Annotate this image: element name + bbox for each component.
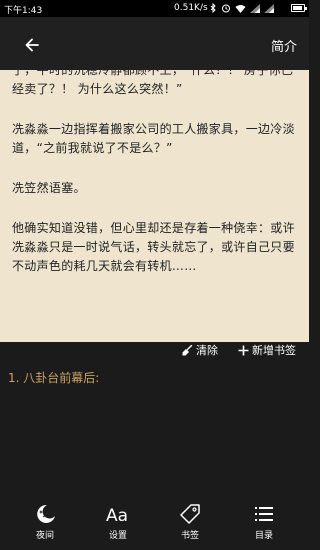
font-settings-icon: Aa (106, 506, 128, 525)
bookmark-tag-icon (180, 504, 200, 524)
bookmark-item[interactable]: 1. 八卦台前幕后: (8, 369, 99, 386)
paragraph: 他确实知道没错，但心里却还是存着一种侥幸：或许冼淼淼只是一时说气话，转头就忘了，… (12, 221, 295, 273)
broom-icon (182, 344, 193, 355)
bookmark-actions: 清除 新增书签 (0, 342, 309, 359)
nav-contents-label: 目录 (254, 531, 273, 541)
nav-bookmarks[interactable]: 书签 (166, 503, 214, 541)
back-arrow-icon (25, 38, 39, 52)
nav-bookmarks-label: 书签 (180, 531, 199, 541)
signal-icon (250, 3, 260, 13)
clear-bookmarks-button[interactable]: 清除 (182, 342, 218, 358)
status-icons (210, 3, 274, 13)
intro-button[interactable]: 简介 (271, 36, 297, 55)
status-time: 下午1:43 (4, 6, 43, 16)
battery-level (293, 6, 302, 10)
bookmark-list: 1. 八卦台前幕后: (0, 359, 309, 495)
svg-text:Aa: Aa (106, 506, 128, 525)
add-bookmark-label: 新增书签 (252, 344, 296, 357)
reading-text: 了，平时的沉稳冷静都顾不上，“什么？！ 房子你已经卖了？！ 为什么这么突然！” … (12, 70, 297, 297)
nav-settings[interactable]: Aa 设置 (94, 503, 142, 541)
battery-icon (291, 4, 307, 12)
plus-icon (238, 345, 249, 355)
status-bar: 下午1:43 0.51K/s (0, 0, 309, 17)
table-of-contents-icon (255, 507, 273, 521)
alarm-icon (222, 4, 230, 13)
network-speed: 0.51K/s (174, 3, 208, 13)
nav-night-mode[interactable]: 夜间 (21, 503, 69, 541)
nav-night-mode-label: 夜间 (35, 531, 54, 541)
add-bookmark-button[interactable]: 新增书签 (238, 342, 296, 358)
wifi-icon (235, 4, 246, 13)
night-mode-icon (37, 504, 55, 523)
nav-settings-label: 设置 (108, 531, 127, 541)
top-bar: 简介 (0, 17, 309, 70)
bottom-nav: 夜间 Aa 设置 书签 目录 (0, 495, 309, 550)
nav-contents[interactable]: 目录 (240, 503, 288, 541)
clear-label: 清除 (196, 344, 218, 357)
signal-icon-2 (264, 3, 274, 13)
back-button[interactable] (20, 34, 44, 56)
paragraph: 冼笠然语塞。 (12, 181, 86, 195)
paragraph: 冼淼淼一边指挥着搬家公司的工人搬家具，一边冷淡道，“之前我就说了不是么？” (12, 122, 295, 155)
paragraph: 了，平时的沉稳冷静都顾不上，“什么？！ 房子你已经卖了？！ 为什么这么突然！” (12, 70, 294, 96)
bluetooth-icon (210, 3, 216, 13)
reading-page[interactable]: 了，平时的沉稳冷静都顾不上，“什么？！ 房子你已经卖了？！ 为什么这么突然！” … (0, 70, 309, 342)
